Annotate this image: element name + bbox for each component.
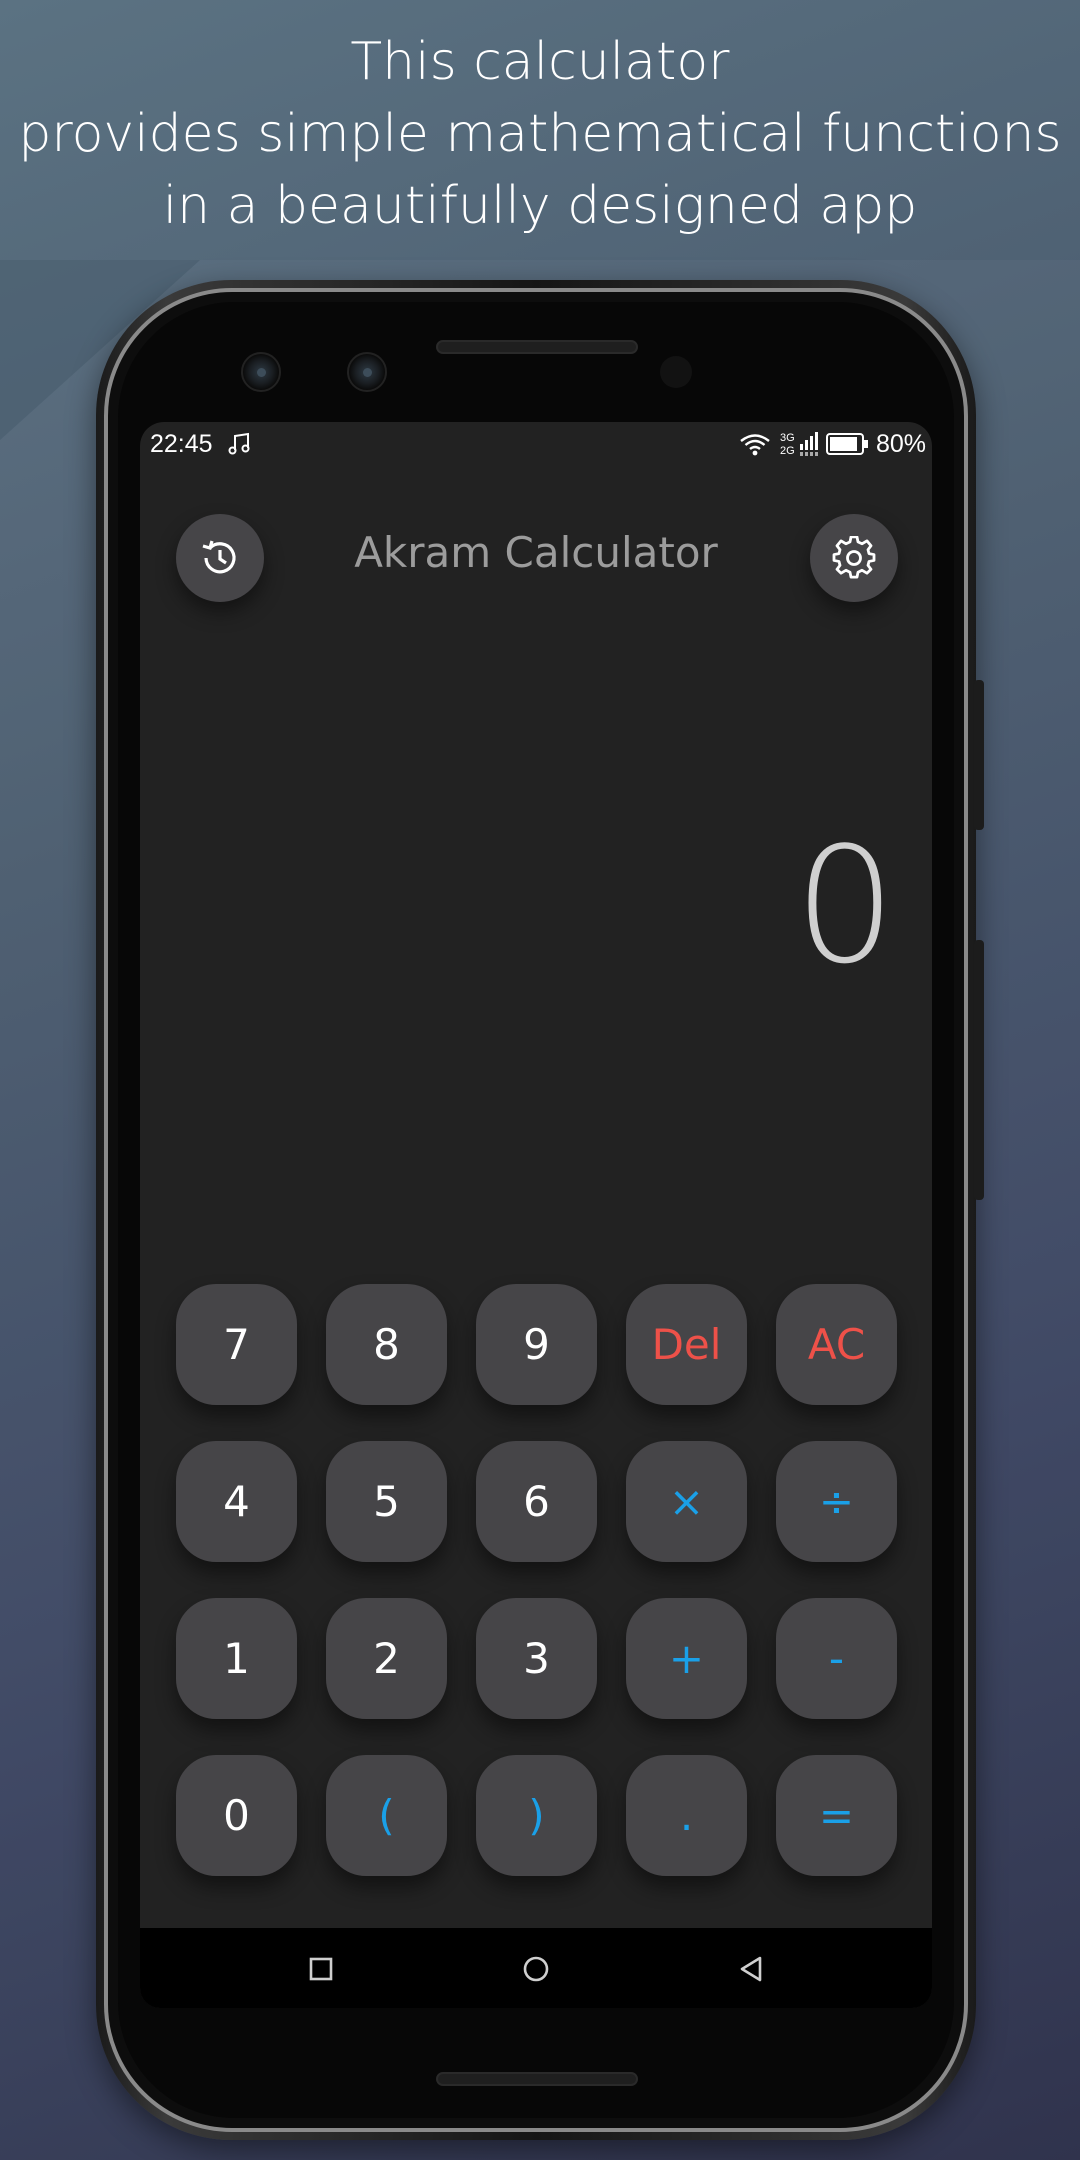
promo-line-3: in a beautifully designed app bbox=[162, 176, 918, 236]
result-display: 0 bbox=[794, 812, 896, 999]
settings-button[interactable] bbox=[810, 514, 898, 602]
back-triangle-icon[interactable] bbox=[734, 1952, 768, 1986]
navigation-bar bbox=[140, 1928, 932, 2008]
key-3-button[interactable]: 3 bbox=[476, 1598, 597, 1719]
key-2-button[interactable]: 2 bbox=[326, 1598, 447, 1719]
key-minus-button[interactable]: - bbox=[776, 1598, 897, 1719]
bottom-speaker bbox=[436, 2072, 638, 2086]
status-time: 22:45 bbox=[150, 430, 213, 458]
key-7-button[interactable]: 7 bbox=[176, 1284, 297, 1405]
power-button bbox=[974, 680, 984, 830]
key-0-button[interactable]: 0 bbox=[176, 1755, 297, 1876]
key-4-button[interactable]: 4 bbox=[176, 1441, 297, 1562]
key-close-paren-button[interactable]: ) bbox=[476, 1755, 597, 1876]
key-plus-button[interactable]: + bbox=[626, 1598, 747, 1719]
gear-icon bbox=[832, 536, 876, 579]
promo-line-1: This calculator bbox=[350, 32, 730, 92]
signal-label-3g: 3G bbox=[780, 432, 795, 444]
wifi-icon bbox=[740, 434, 770, 456]
key-all-clear-button[interactable]: AC bbox=[776, 1284, 897, 1405]
key-6-button[interactable]: 6 bbox=[476, 1441, 597, 1562]
key-multiply-button[interactable]: × bbox=[626, 1441, 747, 1562]
volume-button bbox=[974, 940, 984, 1200]
key-1-button[interactable]: 1 bbox=[176, 1598, 297, 1719]
key-open-paren-button[interactable]: ( bbox=[326, 1755, 447, 1876]
app-title: Akram Calculator bbox=[354, 528, 718, 577]
history-icon bbox=[202, 540, 236, 574]
battery-icon bbox=[826, 433, 868, 455]
promo-line-2: provides simple mathematical functions bbox=[18, 104, 1062, 164]
key-delete-button[interactable]: Del bbox=[626, 1284, 747, 1405]
battery-percent: 80% bbox=[876, 430, 927, 458]
front-camera-2-icon bbox=[347, 352, 387, 392]
recents-square-icon[interactable] bbox=[304, 1952, 338, 1986]
app-screen: 22:45 3G 2G 80% Akram Calculator 0 7 8 9… bbox=[140, 422, 932, 2008]
home-circle-icon[interactable] bbox=[519, 1952, 553, 1986]
key-9-button[interactable]: 9 bbox=[476, 1284, 597, 1405]
promo-headline: This calculator provides simple mathemat… bbox=[0, 26, 1080, 242]
signal-icon: 3G 2G bbox=[780, 432, 818, 457]
front-camera-icon bbox=[241, 352, 281, 392]
signal-label-2g: 2G bbox=[780, 445, 795, 457]
status-bar: 22:45 3G 2G 80% bbox=[140, 422, 932, 466]
music-note-icon bbox=[228, 432, 250, 455]
history-button[interactable] bbox=[176, 514, 264, 602]
key-equals-button[interactable]: = bbox=[776, 1755, 897, 1876]
proximity-sensor bbox=[660, 356, 692, 388]
key-divide-button[interactable]: ÷ bbox=[776, 1441, 897, 1562]
key-5-button[interactable]: 5 bbox=[326, 1441, 447, 1562]
key-decimal-button[interactable]: . bbox=[626, 1755, 747, 1876]
earpiece-speaker bbox=[436, 340, 638, 354]
key-8-button[interactable]: 8 bbox=[326, 1284, 447, 1405]
